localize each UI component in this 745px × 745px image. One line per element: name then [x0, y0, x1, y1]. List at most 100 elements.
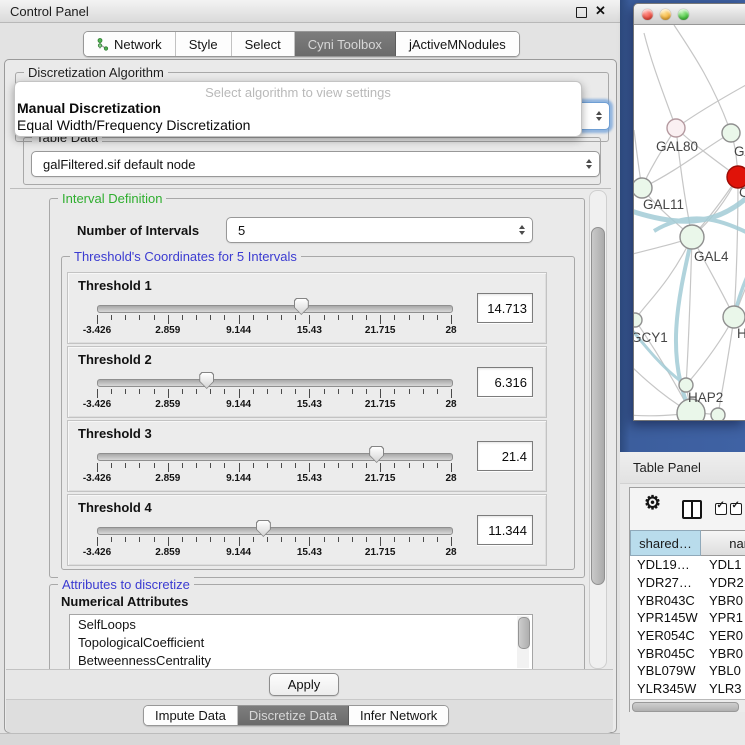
- table-row[interactable]: YDL19…YDL1: [630, 556, 745, 574]
- table-row[interactable]: YBL079WYBL0: [630, 662, 745, 680]
- slider-tick-label: 28: [445, 547, 456, 558]
- slider-tick: [352, 315, 353, 320]
- slider-tick: [196, 389, 197, 394]
- column-header-shared-name[interactable]: shared…: [630, 530, 701, 556]
- cell-name[interactable]: YDR2: [701, 575, 745, 590]
- attribute-item-topologicalcoefficient[interactable]: TopologicalCoefficient: [70, 633, 532, 651]
- column-header-name[interactable]: name: [701, 530, 745, 556]
- table-row[interactable]: YLR345WYLR3: [630, 680, 745, 698]
- tab-jactivemnodules[interactable]: jActiveMNodules: [396, 32, 519, 56]
- slider-tick-label: -3.426: [83, 547, 111, 558]
- threshold-2-value-field[interactable]: 6.316: [477, 367, 533, 397]
- dropdown-option-manual-discretization[interactable]: Manual Discretization: [15, 100, 581, 117]
- slider-tick: [380, 315, 381, 324]
- zoom-traffic-light-icon[interactable]: [678, 9, 689, 20]
- cell-name[interactable]: YBR0: [701, 593, 745, 608]
- stepper-arrows-icon: [596, 111, 602, 121]
- slider-tick: [97, 463, 98, 472]
- node-right-low[interactable]: [723, 306, 745, 328]
- apply-button[interactable]: Apply: [269, 673, 339, 696]
- tab-cyni-toolbox[interactable]: Cyni Toolbox: [295, 32, 396, 56]
- attributes-list-scrollbar-thumb[interactable]: [518, 617, 530, 649]
- close-icon[interactable]: ✕: [595, 3, 606, 19]
- gear-icon[interactable]: ⚙: [644, 492, 661, 515]
- bottom-tab-impute-data[interactable]: Impute Data: [144, 706, 238, 725]
- node-bottom-small[interactable]: [711, 408, 725, 420]
- stepper-arrows-icon: [586, 159, 592, 169]
- threshold-3-value-field[interactable]: 21.4: [477, 441, 533, 471]
- cell-shared-name[interactable]: YBR045C: [630, 646, 701, 661]
- cell-shared-name[interactable]: YDL19…: [630, 557, 701, 572]
- control-panel-window: Control Panel ✕ NetworkStyleSelectCyni T…: [0, 0, 621, 734]
- slider-tick: [182, 463, 183, 468]
- cell-shared-name[interactable]: YPR145W: [630, 610, 701, 625]
- slider-tick: [224, 315, 225, 320]
- tab-network[interactable]: Network: [84, 32, 176, 56]
- table-toolbar: ⚙: [630, 488, 745, 530]
- checkbox-select-all-icon[interactable]: [715, 503, 727, 515]
- threshold-1-value-field[interactable]: 14.713: [477, 293, 533, 323]
- table-row[interactable]: YBR043CYBR0: [630, 591, 745, 609]
- cell-name[interactable]: YLR3: [701, 681, 745, 696]
- number-of-intervals-combobox[interactable]: 5: [226, 217, 533, 243]
- attribute-item-selfloops[interactable]: SelfLoops: [70, 615, 532, 633]
- cell-shared-name[interactable]: YDR27…: [630, 575, 701, 590]
- network-canvas[interactable]: GAL80 GA C GAL11 GAL4 GCY1 H HAP2: [634, 25, 745, 420]
- panel-scrollbar-thumb[interactable]: [591, 227, 605, 585]
- cell-name[interactable]: YBR0: [701, 646, 745, 661]
- cell-shared-name[interactable]: YBR043C: [630, 593, 701, 608]
- float-window-icon[interactable]: [576, 7, 587, 18]
- threshold-1-slider-track[interactable]: [97, 305, 453, 313]
- checkbox-select-none-icon[interactable]: [730, 503, 742, 515]
- slider-tick: [154, 389, 155, 394]
- threshold-1-panel: Threshold 1 -3.4262.8599.14415.4321.7152…: [67, 272, 547, 344]
- table-row[interactable]: YPR145WYPR1: [630, 609, 745, 627]
- table-hscrollbar-thumb[interactable]: [632, 702, 739, 712]
- cell-shared-name[interactable]: YLR345W: [630, 681, 701, 696]
- table-hscrollbar[interactable]: [630, 699, 745, 712]
- cell-name[interactable]: YPR1: [701, 610, 745, 625]
- node-label-gal80: GAL80: [656, 139, 698, 154]
- node-gal4[interactable]: [680, 225, 704, 249]
- slider-tick: [182, 315, 183, 320]
- bottom-tab-discretize-data[interactable]: Discretize Data: [238, 706, 349, 725]
- minimize-traffic-light-icon[interactable]: [660, 9, 671, 20]
- slider-tick: [239, 463, 240, 472]
- threshold-4-slider-track[interactable]: [97, 527, 453, 535]
- node-green-top-right[interactable]: [722, 124, 740, 142]
- table-row[interactable]: YER054CYER0: [630, 627, 745, 645]
- slider-tick: [380, 537, 381, 546]
- slider-tick: [324, 463, 325, 468]
- table-row[interactable]: YDR27…YDR2: [630, 574, 745, 592]
- slider-tick-label: 15.43: [297, 399, 322, 410]
- node-gcy1[interactable]: [634, 313, 642, 327]
- slider-tick: [125, 463, 126, 468]
- columns-icon[interactable]: [682, 500, 702, 519]
- attribute-item-betweennesscentrality[interactable]: BetweennessCentrality: [70, 651, 532, 669]
- bottom-tab-infer-network[interactable]: Infer Network: [349, 706, 448, 725]
- tab-style[interactable]: Style: [176, 32, 232, 56]
- threshold-4-value-field[interactable]: 11.344: [477, 515, 533, 545]
- table-data-combobox[interactable]: galFiltered.sif default node: [31, 151, 600, 177]
- node-pink[interactable]: [667, 119, 685, 137]
- slider-tick: [210, 315, 211, 320]
- slider-tick-label: 28: [445, 399, 456, 410]
- node-gal11[interactable]: [634, 178, 652, 198]
- cell-name[interactable]: YDL1: [701, 557, 745, 572]
- cell-shared-name[interactable]: YBL079W: [630, 663, 701, 678]
- slider-tick: [239, 315, 240, 324]
- dropdown-option-equal-width-frequency[interactable]: Equal Width/Frequency Discretization: [15, 117, 581, 134]
- slider-tick: [281, 537, 282, 542]
- table-row[interactable]: YBR045CYBR0: [630, 644, 745, 662]
- cell-shared-name[interactable]: YER054C: [630, 628, 701, 643]
- slider-tick: [111, 389, 112, 394]
- slider-tick: [324, 315, 325, 320]
- threshold-3-slider-track[interactable]: [97, 453, 453, 461]
- close-traffic-light-icon[interactable]: [642, 9, 653, 20]
- slider-tick: [267, 389, 268, 394]
- threshold-2-panel: Threshold 2 -3.4262.8599.14415.4321.7152…: [67, 346, 547, 418]
- tab-select[interactable]: Select: [232, 32, 295, 56]
- cell-name[interactable]: YBL0: [701, 663, 745, 678]
- threshold-2-slider-track[interactable]: [97, 379, 453, 387]
- cell-name[interactable]: YER0: [701, 628, 745, 643]
